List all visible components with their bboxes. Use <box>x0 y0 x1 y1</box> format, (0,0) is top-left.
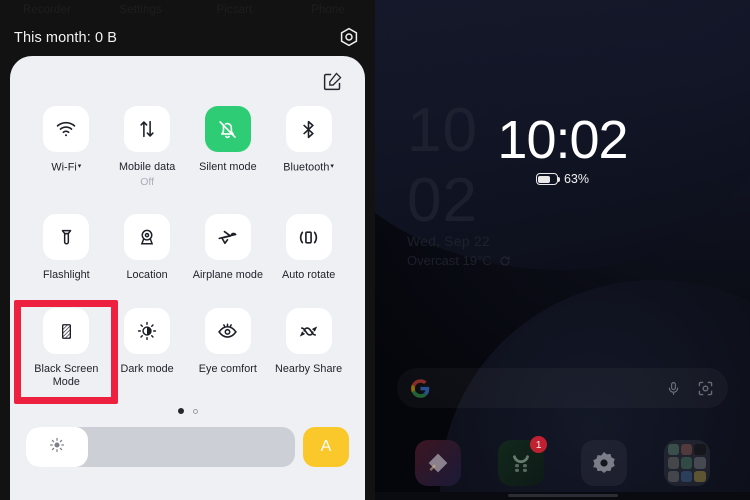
folder-cell <box>694 470 706 482</box>
tile-label-mobile-data: Mobile data <box>118 161 176 173</box>
tile-label-auto-rotate: Auto rotate <box>281 269 336 281</box>
battery-percent-label: 63% <box>563 172 590 186</box>
tile-wifi[interactable]: Wi-Fi▾ <box>26 106 107 188</box>
app-label-picsart: Picsart <box>216 4 253 16</box>
brightness-slider[interactable] <box>26 427 295 467</box>
background-app-labels-row: Recorder Settings Picsart Phone <box>0 0 375 20</box>
tile-auto-rotate[interactable]: Auto rotate <box>268 214 349 282</box>
tile-silent-mode[interactable]: Silent mode <box>188 106 269 188</box>
quick-settings-card: Wi-Fi▾ Mobile data Off Silent mode Bluet… <box>10 56 365 500</box>
clock-widget: 10:02 <box>497 110 628 170</box>
tile-label-eye-comfort: Eye comfort <box>198 363 257 375</box>
navigation-bar <box>375 492 750 500</box>
home-gesture-pill[interactable] <box>507 494 618 497</box>
page-indicator <box>10 401 365 421</box>
location-pin-icon[interactable] <box>124 214 171 260</box>
auto-brightness-button[interactable]: A <box>303 427 349 467</box>
wifi-caret-icon: ▾ <box>77 163 82 170</box>
folder-cell <box>667 457 679 469</box>
refresh-icon[interactable] <box>499 255 511 267</box>
folder-cell <box>680 470 693 482</box>
edit-square-icon[interactable] <box>322 71 343 92</box>
brightness-row: A <box>10 427 365 467</box>
tile-nearby-share[interactable]: Nearby Share <box>268 308 349 389</box>
photo-editor-app-icon[interactable] <box>415 440 462 486</box>
battery-level-fill <box>538 175 551 183</box>
mobile-data-icon[interactable] <box>124 106 171 152</box>
quick-settings-row-1: Wi-Fi▾ Mobile data Off Silent mode Bluet… <box>26 106 349 188</box>
dock-item-photo-editor[interactable] <box>415 440 462 486</box>
tile-label-dark-mode: Dark mode <box>120 363 174 375</box>
brightness-sun-icon <box>48 436 66 459</box>
app-folder-icon[interactable] <box>663 440 710 486</box>
flashlight-icon[interactable] <box>43 214 90 260</box>
tile-flashlight[interactable]: Flashlight <box>26 214 107 282</box>
tile-label-location: Location <box>126 269 168 281</box>
data-usage-label: This month: 0 B <box>14 30 118 46</box>
bell-off-icon[interactable] <box>204 106 251 152</box>
brightness-slider-fill <box>26 427 88 467</box>
dock-item-folder[interactable] <box>663 440 710 486</box>
weather-widget[interactable]: Wed, Sep 22 Overcast 19°C <box>407 232 511 270</box>
quick-settings-grid: Wi-Fi▾ Mobile data Off Silent mode Bluet… <box>10 106 365 404</box>
quick-settings-row-3: Black Screen Mode Dark mode Eye comfort … <box>14 300 349 404</box>
tile-bluetooth[interactable]: Bluetooth▾ <box>268 106 349 188</box>
microphone-icon[interactable] <box>666 379 697 398</box>
tile-label-airplane-mode: Airplane mode <box>192 269 264 281</box>
app-label-phone: Phone <box>311 4 345 16</box>
bluetooth-caret-icon: ▾ <box>330 163 334 170</box>
weather-condition-label: Overcast 19°C <box>407 253 492 268</box>
black-screen-icon[interactable] <box>43 308 90 354</box>
folder-cell <box>680 457 693 469</box>
tile-label-flashlight: Flashlight <box>43 269 90 281</box>
bluetooth-icon[interactable] <box>285 106 332 152</box>
tile-label-wifi: Wi-Fi▾ <box>51 161 82 174</box>
app-label-settings: Settings <box>119 4 162 16</box>
folder-cell <box>667 470 679 482</box>
weather-condition-row: Overcast 19°C <box>407 251 511 270</box>
wifi-icon[interactable] <box>43 106 90 152</box>
app-dock: 1 <box>375 434 750 492</box>
google-g-icon <box>411 378 430 398</box>
screen: Recorder Settings Picsart Phone This mon… <box>0 0 750 500</box>
dark-mode-icon[interactable] <box>124 308 171 354</box>
tile-black-screen-mode[interactable]: Black Screen Mode <box>14 300 119 404</box>
google-lens-icon[interactable] <box>697 380 714 397</box>
dock-item-calculator[interactable]: 1 <box>498 436 548 486</box>
quick-settings-pane: Recorder Settings Picsart Phone This mon… <box>0 0 375 500</box>
tile-airplane-mode[interactable]: Airplane mode <box>188 214 269 282</box>
tile-label-bluetooth: Bluetooth▾ <box>283 161 334 174</box>
folder-cell <box>680 444 693 456</box>
tile-label-nearby-share: Nearby Share <box>275 363 343 375</box>
tile-label-black-screen-mode: Black Screen Mode <box>34 363 99 388</box>
google-search-bar[interactable] <box>397 368 728 408</box>
folder-cell <box>667 444 679 456</box>
weather-date-label: Wed, Sep 22 <box>407 233 490 249</box>
battery-icon <box>535 173 561 185</box>
folder-cell <box>694 457 706 469</box>
quick-settings-edit-row <box>10 56 365 106</box>
tile-mobile-data[interactable]: Mobile data Off <box>107 106 188 188</box>
tile-sub-mobile-data: Off <box>140 176 155 188</box>
quick-settings-row-2: Flashlight Location Airplane mode Auto r… <box>26 214 349 282</box>
status-row: This month: 0 B <box>0 19 375 57</box>
eye-comfort-icon[interactable] <box>204 308 251 354</box>
tile-dark-mode[interactable]: Dark mode <box>107 308 188 389</box>
auto-rotate-icon[interactable] <box>285 214 332 260</box>
home-screen-pane: 10 02 10:02 63% Wed, Sep 22 Overcast 19°… <box>375 0 750 500</box>
nearby-share-icon[interactable] <box>285 308 332 354</box>
page-dot-1[interactable] <box>177 408 184 414</box>
folder-cell <box>694 444 706 456</box>
calculator-badge: 1 <box>530 436 548 453</box>
tile-location[interactable]: Location <box>107 214 188 282</box>
airplane-icon[interactable] <box>204 214 251 260</box>
hexagon-gear-icon[interactable] <box>337 26 361 50</box>
battery-status: 63% <box>375 172 750 186</box>
settings-app-icon[interactable] <box>580 440 627 486</box>
tile-label-silent-mode: Silent mode <box>199 161 257 173</box>
app-label-recorder: Recorder <box>22 4 71 16</box>
dock-item-settings[interactable] <box>580 440 627 486</box>
tile-eye-comfort[interactable]: Eye comfort <box>188 308 269 389</box>
page-dot-2[interactable] <box>192 408 198 414</box>
